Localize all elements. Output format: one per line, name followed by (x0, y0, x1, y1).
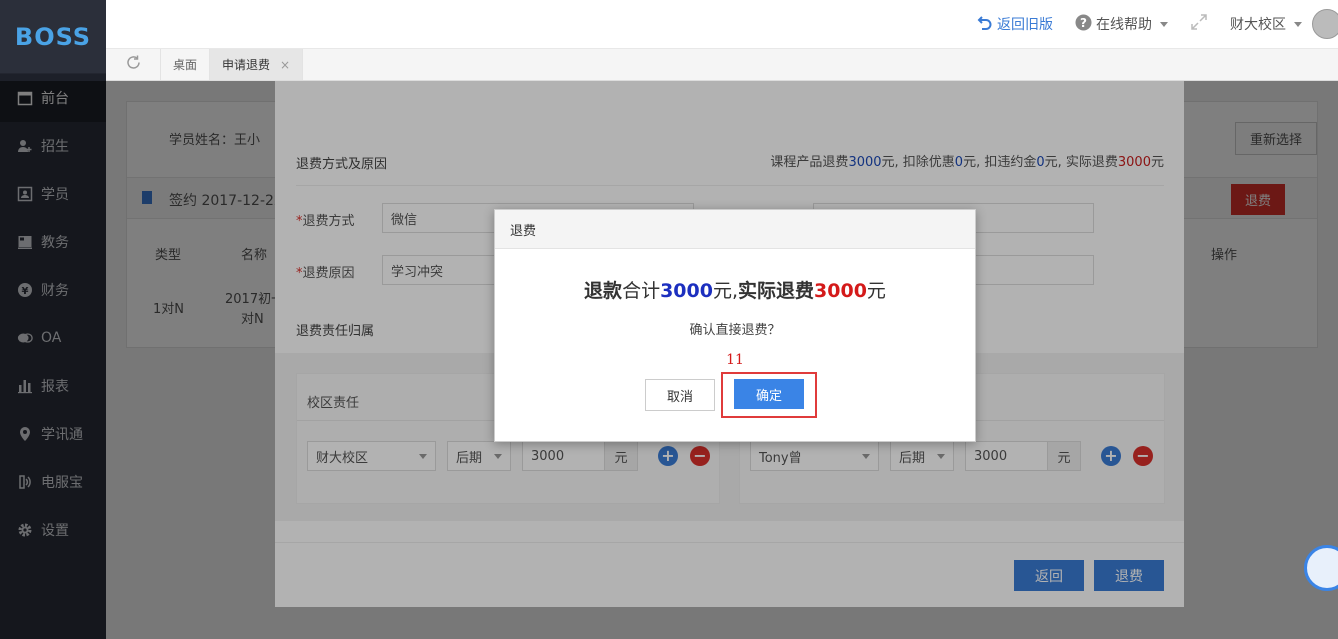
logo: BOSS (0, 0, 106, 74)
tab-apply-refund[interactable]: 申请退费 × (210, 49, 304, 80)
tab-label: 申请退费 (222, 58, 271, 72)
expand-icon (1190, 13, 1208, 35)
actual-value: 3000 (814, 280, 867, 302)
confirm-question: 确认直接退费？ (689, 323, 781, 338)
actual-unit: 元 (866, 280, 886, 302)
close-icon[interactable]: × (280, 58, 290, 72)
dialog-title: 退费 (495, 210, 975, 249)
confirm-refund-dialog: 退费 退款合计3000元,实际退费3000元 确认直接退费？ 11 取消 确定 (494, 209, 976, 442)
online-help-menu[interactable]: ? 在线帮助 (1075, 14, 1168, 35)
refund-total-text: 退款合计3000元,实际退费3000元 (495, 276, 975, 303)
chevron-down-icon (1294, 21, 1302, 27)
campus-label: 财大校区 (1230, 17, 1286, 33)
refresh-button[interactable] (106, 49, 161, 80)
back-to-old-version-label: 返回旧版 (997, 17, 1053, 33)
total-value: 3000 (660, 280, 713, 302)
campus-menu[interactable]: 财大校区 (1230, 14, 1302, 34)
total-label: 退款 (584, 280, 623, 302)
tab-label: 桌面 (173, 58, 198, 72)
annotation-note: 11 (726, 352, 744, 368)
svg-text:?: ? (1080, 16, 1087, 30)
total-unit: 元, (712, 280, 739, 302)
top-bar: 返回旧版 ? 在线帮助 财大校区 (106, 0, 1338, 49)
fullscreen-button[interactable] (1190, 13, 1208, 35)
actual-label: 实际退费 (738, 280, 815, 302)
tab-desktop[interactable]: 桌面 (161, 49, 211, 80)
total-mid: 合计 (622, 280, 661, 302)
back-to-old-version-link[interactable]: 返回旧版 (977, 14, 1053, 34)
chevron-down-icon (1160, 21, 1168, 27)
refresh-icon (125, 54, 142, 75)
confirm-button[interactable]: 确定 (734, 379, 804, 409)
help-icon: ? (1075, 14, 1092, 35)
cancel-button[interactable]: 取消 (645, 379, 715, 411)
tab-bar: 桌面 申请退费 × (106, 49, 1338, 81)
online-help-label: 在线帮助 (1096, 17, 1152, 33)
undo-icon (977, 14, 993, 34)
avatar[interactable] (1312, 9, 1338, 39)
